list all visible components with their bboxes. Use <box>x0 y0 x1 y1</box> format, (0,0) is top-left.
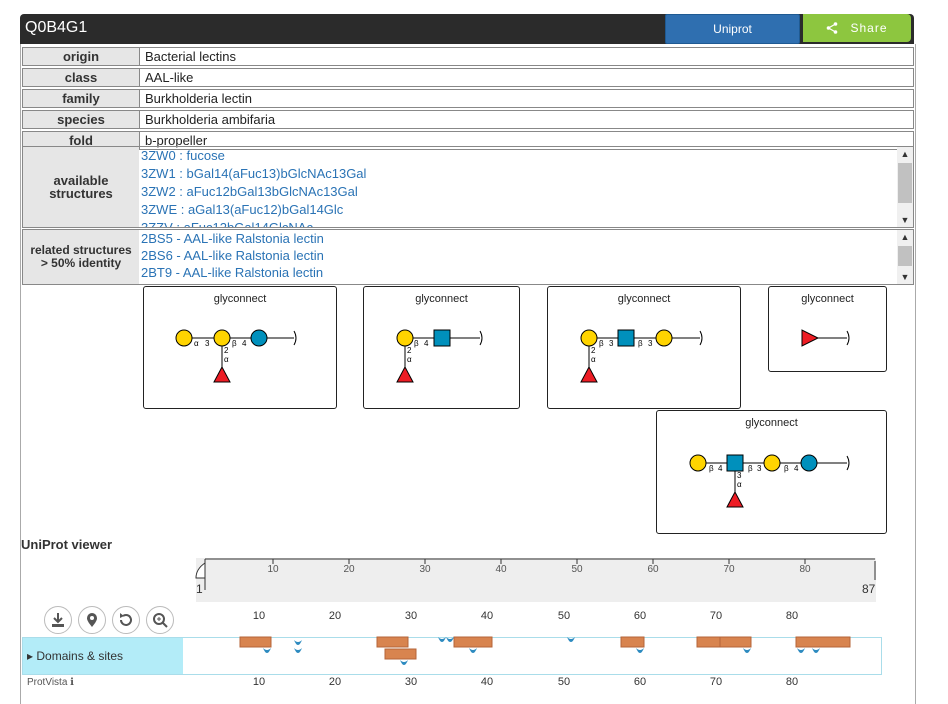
domain-feature <box>795 636 851 648</box>
site-icon <box>743 648 751 653</box>
site-icon <box>438 637 446 642</box>
axis-tick: 50 <box>557 676 571 688</box>
axis-tick: 40 <box>480 676 494 688</box>
site-icon <box>469 648 477 653</box>
axis-tick: 70 <box>709 676 723 688</box>
info-icon[interactable]: ℹ <box>70 677 74 688</box>
protvista-label[interactable]: ProtVista ℹ <box>27 677 74 688</box>
axis-tick: 10 <box>252 676 266 688</box>
site-icon <box>636 648 644 653</box>
domain-feature <box>376 636 409 648</box>
domain-feature <box>453 636 493 648</box>
axis-tick: 80 <box>785 676 799 688</box>
site-icon <box>400 660 408 665</box>
domain-feature <box>384 648 417 660</box>
domain-feature <box>696 636 721 648</box>
domain-feature <box>239 636 272 648</box>
track-features <box>239 636 851 665</box>
axis-tick: 30 <box>404 676 418 688</box>
site-icon <box>294 648 302 653</box>
axis-tick: 20 <box>328 676 342 688</box>
site-icon <box>263 648 271 653</box>
site-icon <box>446 637 454 642</box>
axis-tick: 60 <box>633 676 647 688</box>
site-icon <box>294 640 302 645</box>
domain-feature <box>719 636 752 648</box>
protvista-text: ProtVista <box>27 677 68 688</box>
domain-feature <box>620 636 645 648</box>
site-icon <box>797 648 805 653</box>
site-icon <box>812 648 820 653</box>
site-icon <box>567 637 575 642</box>
